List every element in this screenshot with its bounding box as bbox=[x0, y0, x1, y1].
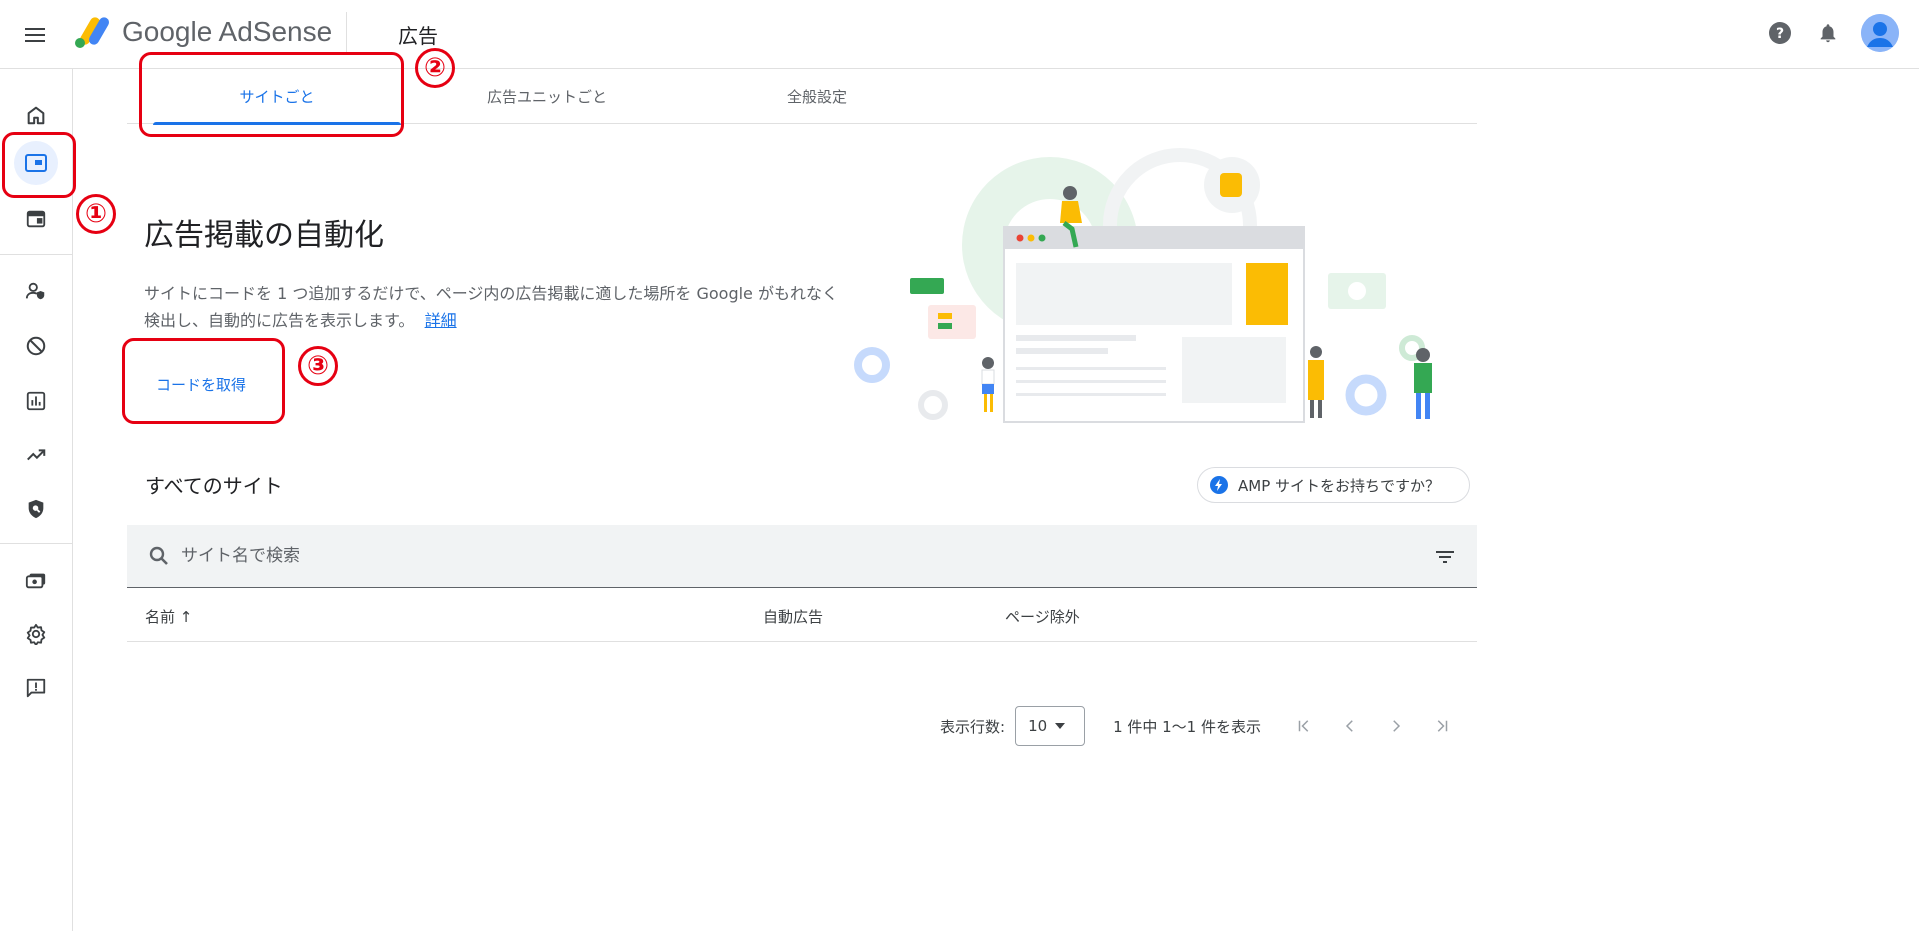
optimization-icon bbox=[27, 449, 46, 461]
gear-icon bbox=[854, 347, 890, 383]
rail-divider bbox=[0, 543, 72, 544]
annotation-box-3 bbox=[122, 338, 285, 424]
amp-sites-chip[interactable]: AMP サイトをお持ちですか？ bbox=[1197, 467, 1470, 503]
auto-ads-heading: 広告掲載の自動化 bbox=[144, 218, 384, 253]
sites-table-body bbox=[127, 643, 1477, 701]
menu-icon-line bbox=[25, 34, 45, 36]
nav-home[interactable] bbox=[14, 93, 58, 137]
rows-per-page-select[interactable]: 10 bbox=[1015, 706, 1086, 746]
blocking-controls-icon bbox=[26, 336, 46, 356]
nav-feedback[interactable] bbox=[14, 666, 58, 710]
filter-icon[interactable] bbox=[1433, 545, 1457, 569]
dropdown-arrow-icon bbox=[1055, 723, 1066, 729]
gear-icon bbox=[918, 390, 948, 420]
tab-global-settings[interactable]: 全般設定 bbox=[693, 69, 941, 124]
sites-table-header: 名前 ↑ 自動広告 ページ除外 bbox=[127, 590, 1477, 642]
site-search-input[interactable] bbox=[181, 546, 1381, 566]
settings-icon bbox=[26, 623, 46, 645]
page-range-text: 1 件中 1〜1 件を表示 bbox=[1113, 717, 1261, 736]
amp-chip-label: AMP サイトをお持ちですか？ bbox=[1238, 476, 1441, 495]
brand-safety-icon bbox=[28, 499, 44, 519]
auto-ads-illustration bbox=[854, 148, 1432, 423]
tab-by-ad-unit[interactable]: 広告ユニットごと bbox=[423, 69, 671, 124]
pager-buttons bbox=[1291, 713, 1455, 739]
amp-bolt-icon bbox=[1210, 476, 1228, 494]
annotation-number-3: ③ bbox=[298, 346, 338, 386]
menu-icon bbox=[25, 28, 45, 30]
site-search-bar bbox=[127, 525, 1477, 588]
navigation-rail bbox=[0, 69, 73, 931]
blocking-ad-units-icon bbox=[26, 210, 46, 228]
auto-ads-description: サイトにコードを 1 つ追加するだけで、ページ内の広告掲載に適した場所を Goo… bbox=[144, 280, 844, 334]
user-avatar-icon bbox=[1861, 14, 1899, 52]
bell-icon bbox=[1820, 24, 1836, 43]
first-page-icon bbox=[1298, 720, 1309, 732]
home-icon bbox=[27, 106, 45, 125]
privacy-messaging-icon bbox=[25, 282, 45, 300]
column-header-page-exclusions[interactable]: ページ除外 bbox=[1005, 590, 1080, 642]
nav-reports[interactable] bbox=[14, 379, 58, 423]
annotation-box-2 bbox=[139, 52, 404, 137]
previous-page-button[interactable] bbox=[1337, 713, 1363, 739]
header-divider bbox=[346, 12, 347, 52]
person-figure bbox=[981, 357, 995, 412]
description-text: サイトにコードを 1 つ追加するだけで、ページ内の広告掲載に適した場所を Goo… bbox=[144, 284, 838, 330]
chevron-left-icon bbox=[1345, 720, 1353, 732]
payments-icon bbox=[25, 573, 46, 589]
column-header-auto-ads[interactable]: 自動広告 bbox=[763, 590, 823, 642]
gear-icon bbox=[1345, 374, 1387, 416]
annotation-number-1: ① bbox=[76, 194, 116, 234]
page-title: 広告 bbox=[398, 24, 438, 48]
main-menu-button[interactable] bbox=[20, 20, 50, 50]
tab-label: 広告ユニットごと bbox=[486, 88, 607, 106]
search-icon bbox=[149, 546, 168, 565]
menu-icon-line bbox=[25, 40, 45, 42]
learn-more-link[interactable]: 詳細 bbox=[425, 311, 457, 330]
nav-payments[interactable] bbox=[14, 558, 58, 602]
first-page-button[interactable] bbox=[1291, 713, 1317, 739]
last-page-icon bbox=[1437, 720, 1448, 732]
chevron-right-icon bbox=[1393, 720, 1401, 732]
nav-blocking-controls[interactable] bbox=[14, 324, 58, 368]
rows-per-page-label: 表示行数: bbox=[940, 717, 1006, 736]
nav-settings[interactable] bbox=[14, 612, 58, 656]
person-figure bbox=[1308, 346, 1324, 418]
feedback-icon bbox=[26, 678, 46, 698]
nav-privacy-messaging[interactable] bbox=[14, 269, 58, 313]
rail-divider bbox=[0, 254, 72, 255]
account-avatar[interactable] bbox=[1861, 14, 1899, 52]
annotation-box-1 bbox=[2, 132, 76, 198]
nav-blocking-ad-units[interactable] bbox=[14, 197, 58, 241]
last-page-button[interactable] bbox=[1429, 713, 1455, 739]
rows-per-page-value: 10 bbox=[1028, 717, 1048, 735]
help-button[interactable]: ? bbox=[1765, 18, 1795, 48]
reports-icon bbox=[26, 391, 46, 411]
nav-brand-safety[interactable] bbox=[14, 487, 58, 531]
brand-name: Google AdSense bbox=[122, 16, 333, 47]
adsense-logo-icon bbox=[75, 17, 109, 48]
annotation-number-2: ② bbox=[415, 48, 455, 88]
all-sites-heading: すべてのサイト bbox=[145, 474, 283, 498]
nav-optimization[interactable] bbox=[14, 433, 58, 477]
help-icon: ? bbox=[1769, 22, 1791, 44]
svg-text:?: ? bbox=[1776, 26, 1784, 42]
next-page-button[interactable] bbox=[1383, 713, 1409, 739]
notifications-button[interactable] bbox=[1813, 18, 1843, 48]
column-header-name[interactable]: 名前 ↑ bbox=[145, 590, 192, 642]
tab-label: 全般設定 bbox=[786, 88, 847, 106]
pagination: 表示行数: 10 1 件中 1〜1 件を表示 bbox=[940, 706, 1455, 746]
header-actions: ? bbox=[1765, 14, 1899, 52]
